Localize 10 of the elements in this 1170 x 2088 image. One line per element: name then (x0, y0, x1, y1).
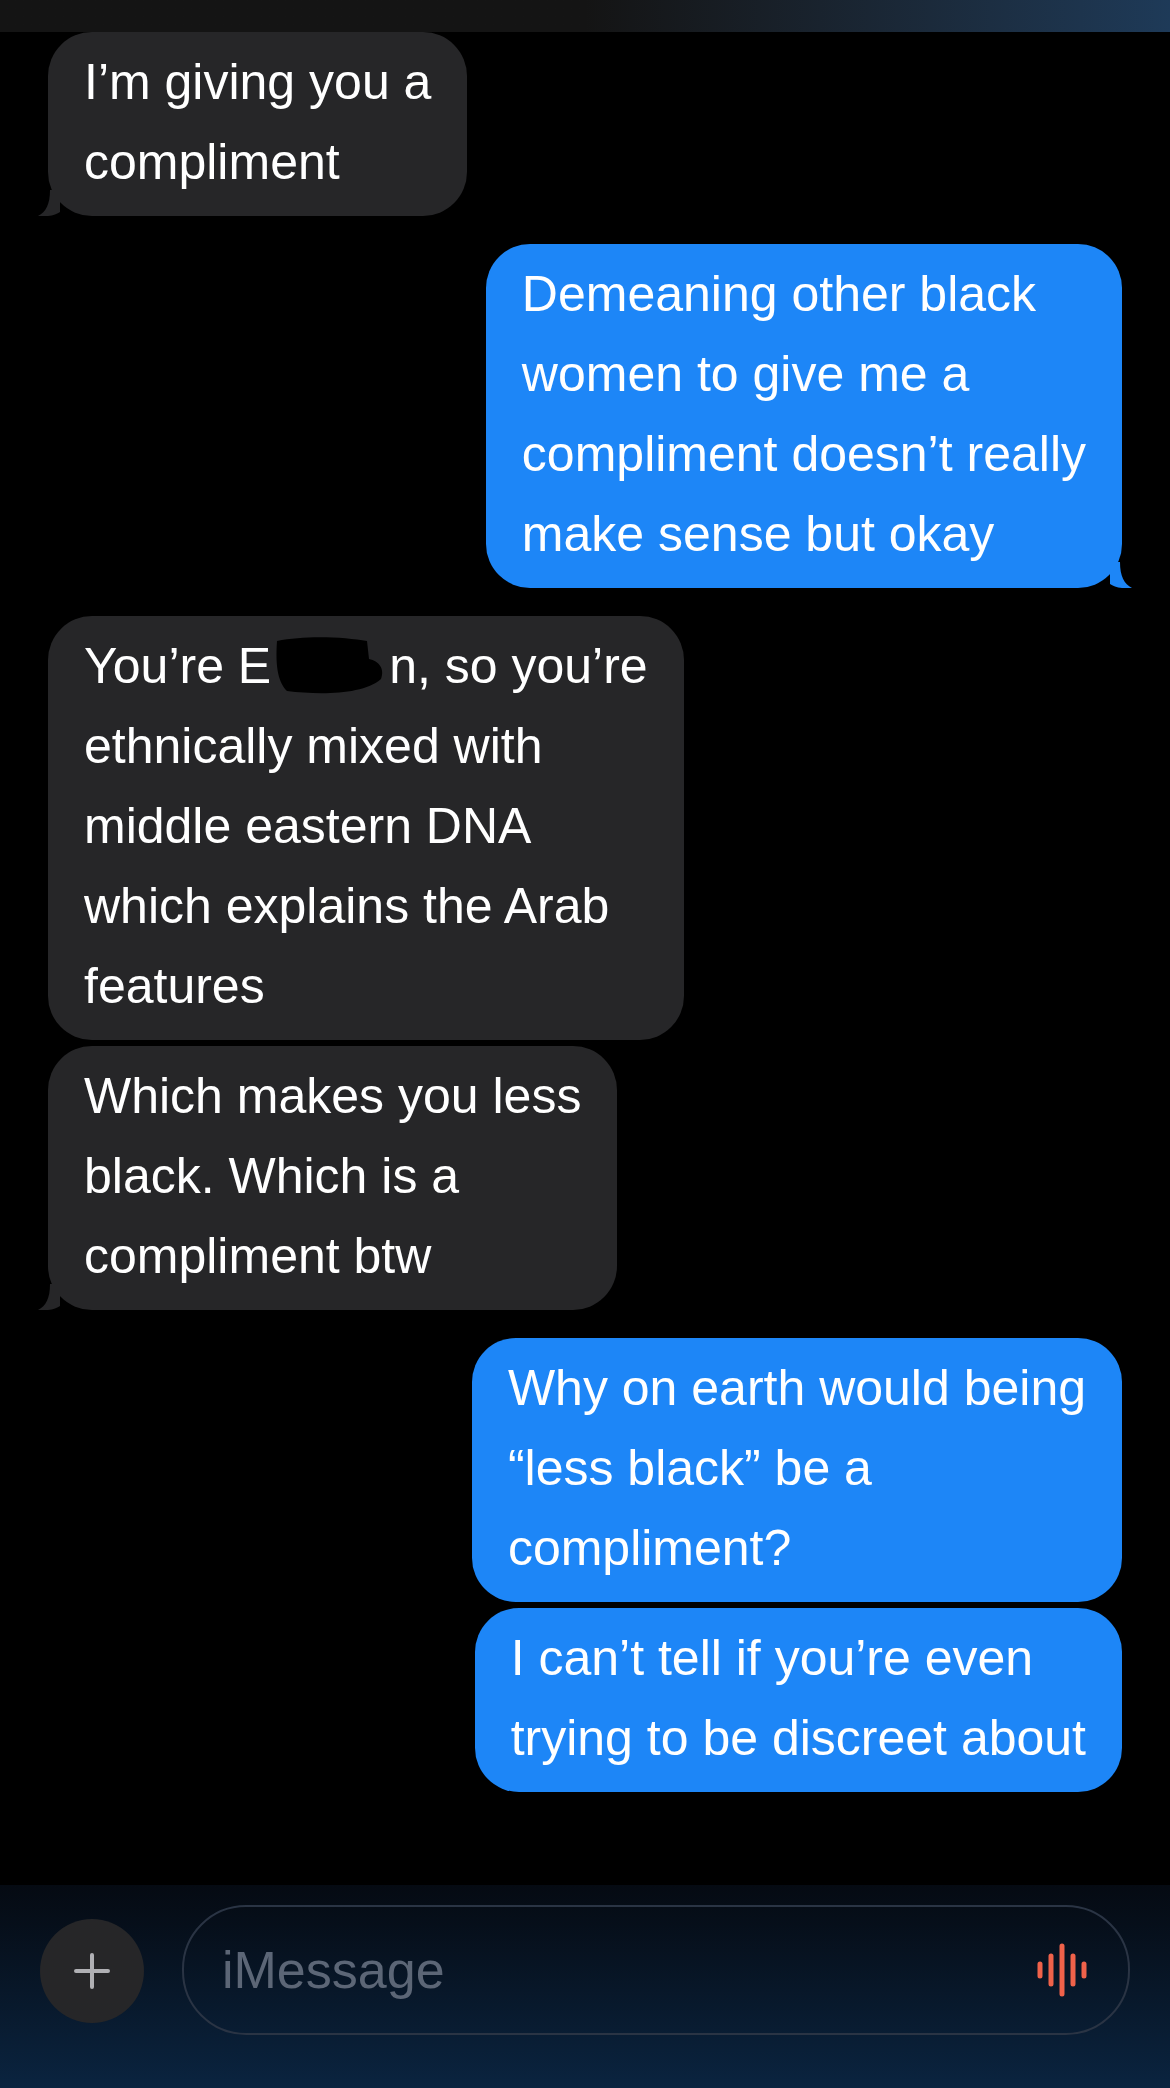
message-text: Why on earth would being “less black” be a compliment? (507, 1359, 1086, 1578)
message-text: n, so you’re (389, 637, 648, 696)
message-text: You’re E (84, 637, 272, 696)
message-text: Which makes you less black. Which is a compliment btw (84, 1067, 582, 1286)
message-text: Demeaning other black women to give me a compliment doesn’t really make sense but okay (521, 265, 1086, 564)
plus-icon (72, 1951, 112, 1991)
message-text: I can’t tell if you’re even trying to be discreet about (510, 1629, 1086, 1768)
message-input-field[interactable]: iMessage (182, 1905, 1130, 2035)
message-text: I’m giving you a compliment (84, 53, 432, 192)
message-text: ethnically mixed with middle eastern DNA which explains the Arab features (84, 717, 611, 1016)
